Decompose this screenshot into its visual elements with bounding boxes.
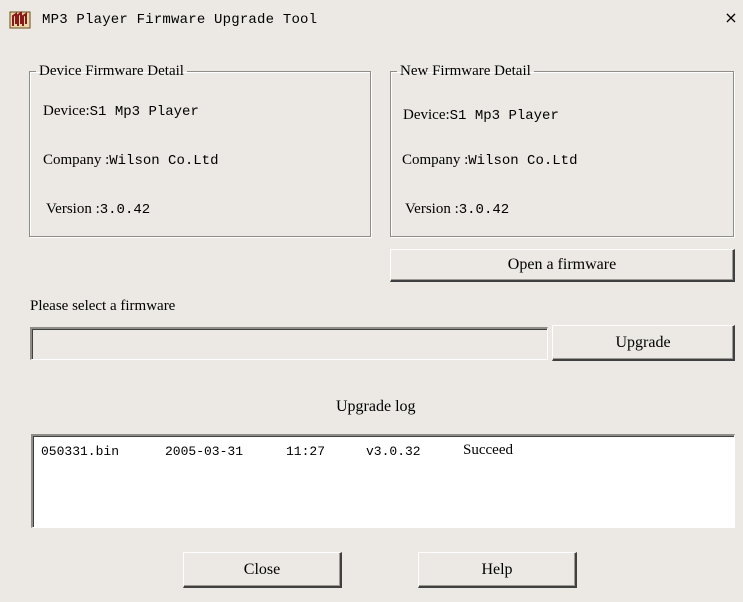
- new-device-label: Device:: [403, 107, 450, 123]
- help-button[interactable]: Help: [418, 552, 577, 588]
- company-label: Company :: [43, 152, 110, 168]
- log-entry-status: Succeed: [463, 442, 513, 458]
- title-bar: MP3 Player Firmware Upgrade Tool ×: [0, 0, 743, 38]
- device-company-row: Company :Wilson Co.Ltd: [43, 152, 218, 169]
- new-version-row: Version :3.0.42: [405, 201, 509, 218]
- firmware-path-field[interactable]: [30, 327, 548, 360]
- close-icon[interactable]: ×: [722, 9, 740, 27]
- mp3-app-icon: [9, 11, 31, 29]
- close-button[interactable]: Close: [183, 552, 342, 588]
- new-company-value: Wilson Co.Ltd: [468, 153, 578, 169]
- new-firmware-legend: New Firmware Detail: [400, 63, 531, 79]
- window-title: MP3 Player Firmware Upgrade Tool: [42, 12, 318, 28]
- device-firmware-legend: Device Firmware Detail: [39, 63, 184, 79]
- device-value: S1 Mp3 Player: [89, 104, 199, 120]
- device-name-row: Device:S1 Mp3 Player: [43, 103, 199, 120]
- log-entry-time: 11:27: [286, 444, 326, 459]
- version-label: Version :: [46, 201, 100, 217]
- upgrade-log-title: Upgrade log: [336, 398, 416, 415]
- log-entry-version: v3.0.32: [366, 444, 421, 459]
- select-firmware-label: Please select a firmware: [30, 298, 176, 314]
- upgrade-log-list: 050331.bin 2005-03-31 11:27 v3.0.32 Succ…: [31, 434, 735, 528]
- device-label: Device:: [43, 103, 90, 119]
- log-entry-date: 2005-03-31: [165, 444, 244, 459]
- company-value: Wilson Co.Ltd: [109, 153, 219, 169]
- new-company-row: Company :Wilson Co.Ltd: [402, 152, 577, 169]
- open-firmware-button[interactable]: Open a firmware: [390, 249, 735, 282]
- new-version-label: Version :: [405, 201, 459, 217]
- version-value: 3.0.42: [99, 202, 151, 218]
- new-company-label: Company :: [402, 152, 469, 168]
- new-device-value: S1 Mp3 Player: [449, 108, 559, 124]
- device-version-row: Version :3.0.42: [46, 201, 150, 218]
- upgrade-button[interactable]: Upgrade: [552, 325, 735, 361]
- log-entry-file: 050331.bin: [41, 444, 120, 459]
- new-version-value: 3.0.42: [458, 202, 510, 218]
- new-device-name-row: Device:S1 Mp3 Player: [403, 107, 559, 124]
